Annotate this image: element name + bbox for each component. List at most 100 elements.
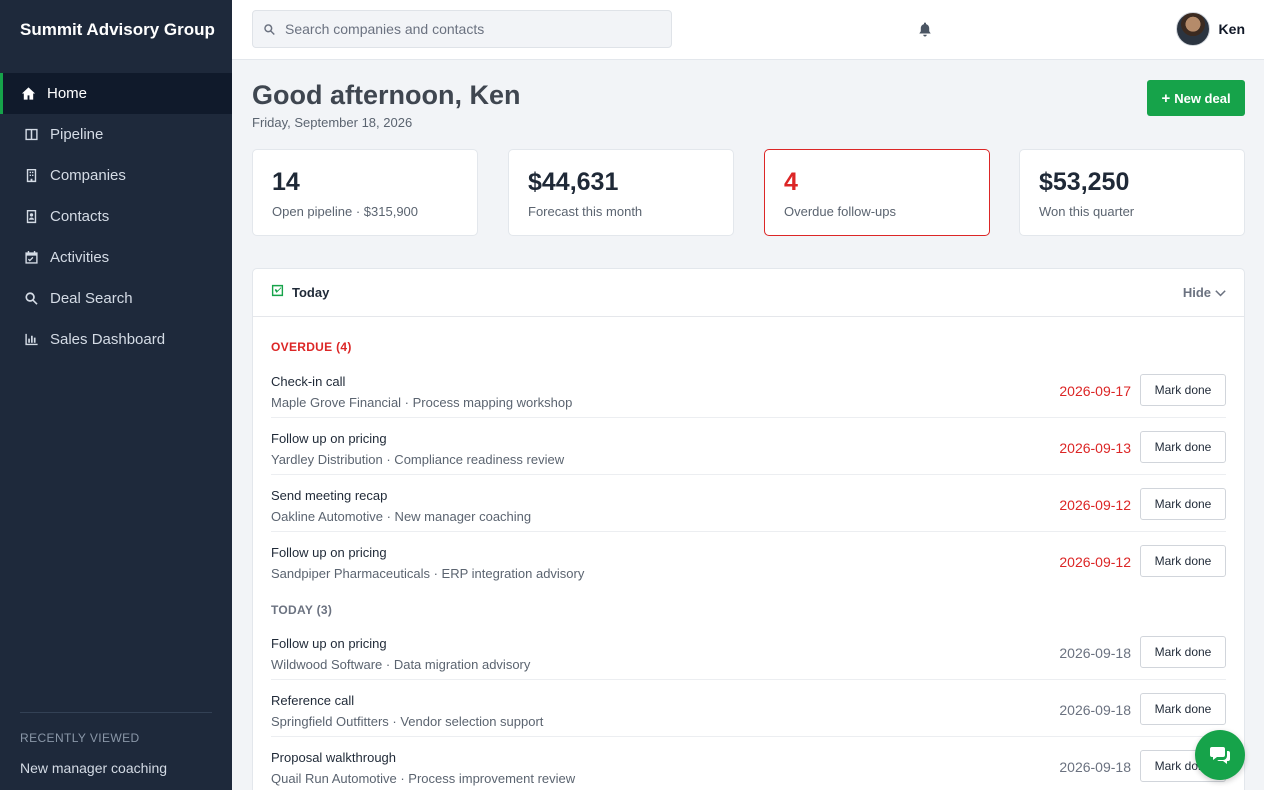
new-deal-label: New deal — [1174, 90, 1231, 106]
bar-chart-icon — [23, 332, 39, 348]
recently-viewed: RECENTLY VIEWED New manager coaching — [20, 712, 212, 776]
task-row[interactable]: Follow up on pricing Sandpiper Pharmaceu… — [271, 532, 1226, 589]
task-row[interactable]: Follow up on pricing Wildwood Software ·… — [271, 623, 1226, 680]
hide-label: Hide — [1182, 285, 1211, 300]
hide-toggle[interactable]: Hide — [1183, 285, 1226, 300]
today-list: Follow up on pricing Wildwood Software ·… — [271, 623, 1226, 790]
sidebar: Summit Advisory Group Home Pipeline Comp… — [0, 0, 232, 790]
sidebar-item-contacts[interactable]: Contacts — [0, 196, 232, 237]
overdue-list: Check-in call Maple Grove Financial · Pr… — [271, 361, 1226, 589]
task-due-date: 2026-09-13 — [1059, 440, 1131, 456]
current-date: Friday, September 18, 2026 — [252, 115, 413, 130]
user-name: Ken — [1218, 21, 1245, 37]
chevron-down-icon — [1215, 290, 1226, 297]
task-row[interactable]: Reference call Springfield Outfitters · … — [271, 680, 1226, 737]
columns-icon — [23, 127, 39, 143]
page-title: Good afternoon, Ken — [252, 80, 521, 110]
task-row[interactable]: Follow up on pricing Yardley Distributio… — [271, 418, 1226, 475]
sidebar-item-companies[interactable]: Companies — [0, 155, 232, 196]
panel-title: Today — [292, 285, 330, 300]
task-title: Check-in call — [271, 374, 346, 389]
calendar-check-icon — [23, 250, 39, 266]
task-subtitle: Springfield Outfitters · Vendor selectio… — [271, 714, 544, 729]
stat-value: $53,250 — [1039, 168, 1130, 196]
today-panel: Today Hide OVERDUE (4) Check-in call Map… — [252, 268, 1245, 790]
task-subtitle: Oakline Automotive · New manager coachin… — [271, 509, 532, 524]
task-title: Send meeting recap — [271, 488, 388, 503]
task-row[interactable]: Check-in call Maple Grove Financial · Pr… — [271, 361, 1226, 418]
group-label-overdue: OVERDUE (4) — [271, 340, 352, 354]
mark-done-button[interactable]: Mark done — [1140, 374, 1226, 406]
sidebar-item-label: Home — [47, 85, 88, 102]
sidebar-item-label: Companies — [50, 167, 126, 184]
sidebar-item-label: Activities — [50, 249, 110, 266]
address-book-icon — [23, 209, 39, 225]
task-subtitle: Wildwood Software · Data migration advis… — [271, 657, 531, 672]
task-subtitle: Quail Run Automotive · Process improveme… — [271, 771, 576, 786]
sidebar-item-home[interactable]: Home — [0, 73, 232, 114]
sidebar-item-label: Contacts — [50, 208, 110, 225]
stat-card-overdue[interactable]: 4 Overdue follow-ups — [764, 149, 990, 236]
sidebar-item-activities[interactable]: Activities — [0, 237, 232, 278]
bell-icon[interactable] — [918, 22, 932, 37]
stat-card-won-quarter[interactable]: $53,250 Won this quarter — [1019, 149, 1245, 236]
home-icon — [20, 86, 36, 102]
sidebar-item-deal-search[interactable]: Deal Search — [0, 278, 232, 319]
new-deal-button[interactable]: + New deal — [1147, 80, 1245, 116]
plus-icon: + — [1161, 89, 1171, 107]
task-title: Reference call — [271, 693, 355, 708]
task-subtitle: Sandpiper Pharmaceuticals · ERP integrat… — [271, 566, 585, 581]
stat-card-open-pipeline[interactable]: 14 Open pipeline · $315,900 — [252, 149, 478, 236]
sidebar-item-label: Deal Search — [50, 290, 133, 307]
stat-label: Forecast this month — [528, 204, 643, 219]
stat-value: $44,631 — [528, 168, 619, 196]
stat-label: Open pipeline · $315,900 — [272, 204, 419, 219]
task-due-date: 2026-09-12 — [1059, 554, 1131, 570]
task-row[interactable]: Proposal walkthrough Quail Run Automotiv… — [271, 737, 1226, 790]
user-menu[interactable]: Ken — [1175, 12, 1245, 46]
recent-item[interactable]: New manager coaching — [20, 760, 212, 776]
group-label-today: TODAY (3) — [271, 603, 333, 617]
task-row[interactable]: Send meeting recap Oakline Automotive · … — [271, 475, 1226, 532]
stat-label: Won this quarter — [1039, 204, 1135, 219]
stat-value: 4 — [784, 168, 798, 196]
chat-button[interactable] — [1195, 730, 1245, 780]
brand-name[interactable]: Summit Advisory Group — [0, 0, 232, 60]
panel-header: Today Hide — [253, 269, 1244, 317]
task-due-date: 2026-09-18 — [1059, 702, 1131, 718]
task-title: Proposal walkthrough — [271, 750, 397, 765]
mark-done-button[interactable]: Mark done — [1140, 431, 1226, 463]
mark-done-button[interactable]: Mark done — [1140, 488, 1226, 520]
mark-done-button[interactable]: Mark done — [1140, 545, 1226, 577]
search-icon — [264, 23, 275, 35]
mark-done-button[interactable]: Mark done — [1140, 693, 1226, 725]
task-title: Follow up on pricing — [271, 431, 387, 446]
avatar — [1175, 12, 1210, 46]
task-due-date: 2026-09-18 — [1059, 645, 1131, 661]
search-box[interactable] — [252, 10, 672, 48]
task-due-date: 2026-09-17 — [1059, 383, 1131, 399]
mark-done-button[interactable]: Mark done — [1140, 636, 1226, 668]
task-subtitle: Yardley Distribution · Compliance readin… — [271, 452, 565, 467]
building-icon — [23, 168, 39, 184]
sidebar-item-pipeline[interactable]: Pipeline — [0, 114, 232, 155]
task-due-date: 2026-09-12 — [1059, 497, 1131, 513]
search-input[interactable] — [285, 21, 665, 37]
stat-card-forecast[interactable]: $44,631 Forecast this month — [508, 149, 734, 236]
sidebar-item-label: Pipeline — [50, 126, 104, 143]
recently-viewed-title: RECENTLY VIEWED — [20, 731, 140, 745]
stats-row: 14 Open pipeline · $315,900 $44,631 Fore… — [252, 149, 1245, 236]
check-square-icon — [271, 284, 284, 302]
sidebar-item-sales-dashboard[interactable]: Sales Dashboard — [0, 319, 232, 360]
topbar: Ken — [232, 0, 1264, 60]
stat-label: Overdue follow-ups — [784, 204, 896, 219]
task-due-date: 2026-09-18 — [1059, 759, 1131, 775]
task-title: Follow up on pricing — [271, 636, 387, 651]
stat-value: 14 — [272, 168, 300, 196]
task-subtitle: Maple Grove Financial · Process mapping … — [271, 395, 573, 410]
sidebar-nav: Home Pipeline Companies Contacts Activit… — [0, 73, 232, 360]
chat-icon — [1210, 747, 1230, 764]
sidebar-item-label: Sales Dashboard — [50, 331, 166, 348]
task-title: Follow up on pricing — [271, 545, 387, 560]
search-icon — [23, 291, 39, 307]
